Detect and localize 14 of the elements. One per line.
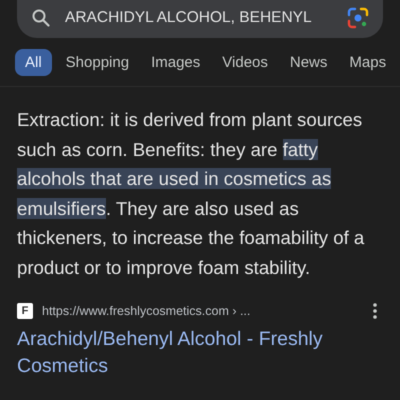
snippet-text: Extraction: it is derived from plant sources such as corn. Benefits: they are fatty alcohols that are used in cosmetics as emulsifiers. They are also used as thickeners, to increase the foamability of a product or to improve foam stability. — [17, 108, 366, 280]
site-favicon: F — [17, 303, 33, 319]
result-title-link[interactable]: Arachidyl/Behenyl Alcohol - Freshly Cosmetics — [17, 326, 380, 380]
search-tab[interactable]: Maps — [341, 49, 394, 76]
search-tab[interactable]: Images — [143, 49, 208, 76]
search-icon — [31, 8, 51, 28]
search-tab[interactable]: Videos — [214, 49, 276, 76]
search-tab[interactable]: Shopping — [58, 49, 138, 76]
search-tab[interactable]: News — [282, 49, 336, 76]
camera-lens-icon[interactable] — [347, 7, 369, 29]
search-tab[interactable]: All — [15, 49, 52, 76]
search-field[interactable]: ARACHIDYL ALCOHOL, BEHENYL — [17, 0, 383, 38]
more-options-icon[interactable] — [372, 302, 378, 320]
result-url: https://www.freshlycosmetics.com › ... — [42, 304, 252, 318]
